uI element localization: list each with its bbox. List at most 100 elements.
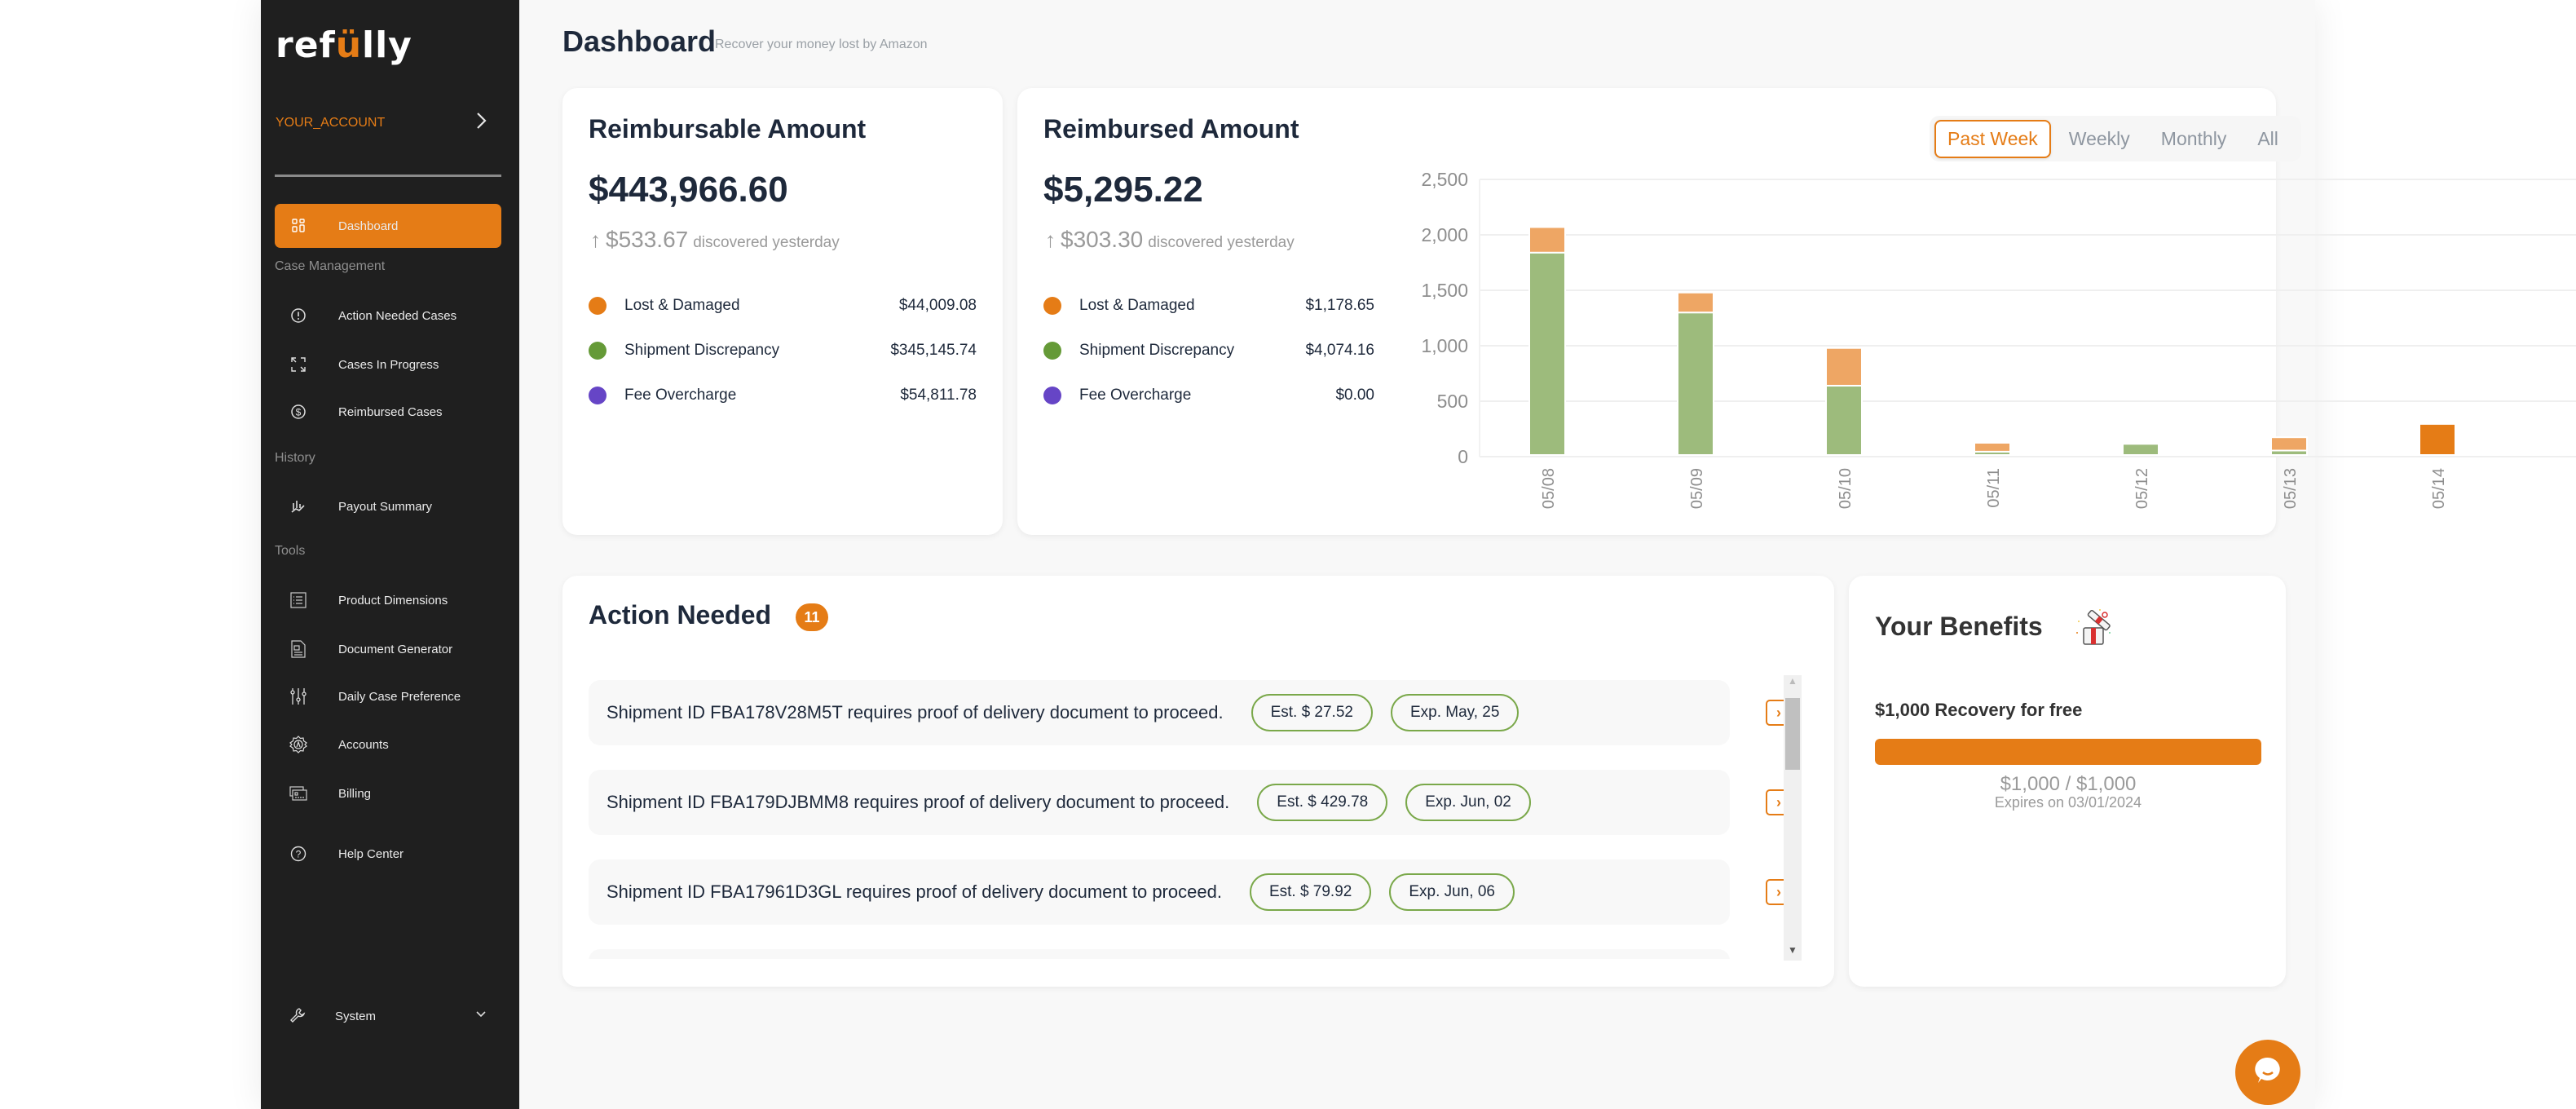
account-selector[interactable]: YOUR_ACCOUNT [276, 110, 487, 135]
breakdown-value: $44,009.08 [898, 297, 977, 314]
delta-amount: $533.67 [606, 227, 689, 252]
sidebar-item-label: Cases In Progress [338, 357, 439, 372]
legend-dot-fee-overcharge [589, 387, 607, 404]
sidebar-item-system[interactable]: System [275, 1000, 501, 1032]
bar-segment-shipment-discrepancy [1825, 384, 1863, 456]
action-item: Shipment ID FBA17961D3GL requires proof … [589, 859, 1730, 925]
breakdown-row: Fee Overcharge $0.00 [1043, 387, 1374, 404]
reimbursed-amount: $5,295.22 [1043, 170, 1203, 210]
tab-weekly[interactable]: Weekly [2056, 120, 2143, 158]
chevron-down-icon [475, 1008, 487, 1023]
section-case-management: Case Management [275, 259, 386, 273]
account-gear-icon [289, 736, 307, 753]
main-content: Dashboard Recover your money lost by Ama… [519, 0, 2576, 1109]
sidebar-item-help-center[interactable]: ? Help Center [275, 837, 501, 870]
account-name: YOUR_ACCOUNT [276, 115, 386, 130]
chevron-right-icon: › [1776, 704, 1781, 721]
tab-all[interactable]: All [2244, 120, 2291, 158]
sidebar-item-label: Document Generator [338, 642, 453, 656]
breakdown-row: Lost & Damaged $1,178.65 [1043, 297, 1374, 315]
bar-segment-lost-damaged [2270, 436, 2308, 452]
action-message: Shipment ID FBA17961D3GL requires proof … [607, 881, 1222, 902]
bar-segment-lost-damaged [1677, 291, 1714, 314]
grid-icon [289, 217, 307, 235]
scroll-down-arrow-icon[interactable]: ▼ [1784, 944, 1802, 961]
action-message: Shipment ID FBA179DJBMM8 requires proof … [607, 792, 1230, 812]
sidebar-item-product-dimensions[interactable]: Product Dimensions [275, 584, 501, 616]
section-tools: Tools [275, 544, 306, 558]
card-title: Reimbursed Amount [1043, 114, 1299, 144]
x-tick-label: 05/09 [1688, 468, 1706, 509]
expiry-pill: Exp. Jun, 02 [1405, 784, 1531, 821]
action-list: Shipment ID FBA178V28M5T requires proof … [589, 674, 1787, 959]
breakdown-value: $4,074.16 [1305, 342, 1374, 359]
chat-bubble-icon [2252, 1054, 2284, 1091]
legend-dot-fee-overcharge [1043, 387, 1061, 404]
sidebar-item-label: Dashboard [338, 219, 399, 233]
card-title: Reimbursable Amount [589, 114, 867, 144]
card-title: Action Needed [589, 600, 772, 630]
sidebar-item-accounts[interactable]: Accounts [275, 728, 501, 761]
app-window: refülly YOUR_ACCOUNT Dashboard Case Mana… [261, 0, 2576, 1109]
sidebar-item-action-needed-cases[interactable]: Action Needed Cases [275, 299, 501, 332]
expiry-pill: Exp. May, 25 [1390, 694, 1520, 731]
breakdown-row: Fee Overcharge $54,811.78 [589, 387, 977, 404]
sidebar-item-cases-in-progress[interactable]: Cases In Progress [275, 348, 501, 381]
action-item-partial [589, 949, 1730, 959]
reimbursable-amount: $443,966.60 [589, 170, 788, 210]
sidebar-item-label: System [335, 1009, 377, 1023]
legend-dot-shipment-discrepancy [1043, 342, 1061, 360]
reimbursable-delta: ↑ $533.67 discovered yesterday [590, 227, 840, 253]
sidebar-item-reimbursed-cases[interactable]: $ Reimbursed Cases [275, 395, 501, 428]
sidebar-item-daily-case-preference[interactable]: Daily Case Preference [275, 680, 501, 713]
refully-logo[interactable]: refülly [276, 24, 412, 66]
sidebar-item-label: Reimbursed Cases [338, 404, 443, 419]
y-tick-label: 1,000 [1421, 335, 1468, 356]
reimbursable-amount-card: Reimbursable Amount $443,966.60 ↑ $533.6… [562, 88, 1003, 535]
breakdown-value: $345,145.74 [890, 342, 977, 359]
x-tick-label: 05/08 [1540, 468, 1558, 509]
sidebar-item-dashboard[interactable]: Dashboard [275, 204, 501, 248]
y-tick-label: 1,500 [1421, 280, 1468, 301]
breakdown-row: Shipment Discrepancy $4,074.16 [1043, 342, 1374, 360]
help-circle-icon: ? [289, 845, 307, 863]
arrow-up-icon: ↑ [590, 228, 601, 252]
reimbursed-bar-chart: 0 500 1,000 1,500 2,000 2,500 05/08 05/09 05/10 0… [1421, 169, 2576, 509]
breakdown-row: Lost & Damaged $44,009.08 [589, 297, 977, 315]
sidebar-item-payout-summary[interactable]: Payout Summary [275, 490, 501, 523]
page-subtitle: Recover your money lost by Amazon [715, 38, 928, 51]
x-tick-label: 05/13 [2282, 468, 2300, 509]
action-list-scrollbar[interactable]: ▲ ▼ [1784, 675, 1802, 961]
reimbursed-delta: ↑ $303.30 discovered yesterday [1045, 227, 1295, 253]
delta-text: discovered yesterday [1148, 234, 1295, 251]
y-tick-label: 2,500 [1421, 169, 1468, 190]
tab-monthly[interactable]: Monthly [2148, 120, 2240, 158]
sidebar-item-label: Daily Case Preference [338, 689, 461, 704]
action-item: Shipment ID FBA179DJBMM8 requires proof … [589, 770, 1730, 835]
logo-text-prefix: ref [276, 24, 336, 66]
bar-segment-lost-damaged [1974, 442, 2011, 453]
benefit-offer: $1,000 Recovery for free [1875, 700, 2083, 720]
bar-segment-lost-damaged [1528, 226, 1566, 254]
scrollbar-thumb[interactable] [1785, 698, 1800, 770]
alert-circle-icon [289, 307, 307, 325]
chevron-right-icon: › [1776, 883, 1781, 900]
sidebar-item-label: Payout Summary [338, 499, 433, 514]
legend-dot-lost-damaged [1043, 297, 1061, 315]
your-benefits-card: Your Benefits $1,000 Recovery for free $… [1849, 576, 2286, 987]
arrow-up-icon: ↑ [1045, 228, 1056, 252]
card-title: Your Benefits [1875, 612, 2043, 641]
chevron-right-icon [476, 110, 487, 135]
chevron-right-icon: › [1776, 793, 1781, 811]
breakdown-label: Lost & Damaged [1079, 297, 1195, 314]
x-tick-label: 05/14 [2430, 468, 2448, 509]
svg-text:$: $ [296, 407, 302, 418]
sidebar-item-document-generator[interactable]: Document Generator [275, 633, 501, 665]
tab-past-week[interactable]: Past Week [1934, 119, 2051, 158]
sidebar-item-billing[interactable]: Billing [275, 777, 501, 810]
chat-launcher-button[interactable] [2235, 1040, 2300, 1105]
breakdown-value: $0.00 [1335, 387, 1374, 404]
expiry-pill: Exp. Jun, 06 [1389, 873, 1515, 911]
logo-text-accent: ü [335, 24, 363, 66]
scroll-up-arrow-icon[interactable]: ▲ [1784, 675, 1802, 691]
